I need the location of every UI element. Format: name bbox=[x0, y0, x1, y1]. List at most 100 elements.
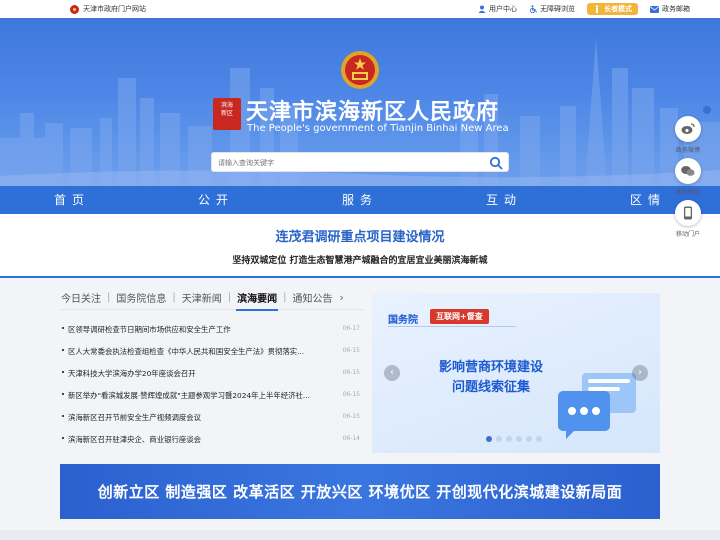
tab-separator: | bbox=[107, 292, 111, 303]
tab-state-council[interactable]: 国务院信息 bbox=[115, 290, 167, 305]
news-title: 区人大常委会执法检查组检查《中华人民共和国安全生产法》贯彻落实... bbox=[68, 347, 305, 356]
bullet-icon bbox=[62, 349, 64, 351]
tab-separator: | bbox=[172, 292, 176, 303]
float-wechat-label: 政务微信 bbox=[675, 189, 700, 196]
carousel-next-icon[interactable]: › bbox=[632, 365, 648, 381]
search-box bbox=[211, 152, 509, 172]
nav-item-home[interactable]: 首页 bbox=[0, 186, 144, 214]
tab-today-focus[interactable]: 今日关注 bbox=[60, 290, 102, 305]
mail-icon bbox=[650, 5, 659, 13]
headline-section: 连茂君调研重点项目建设情况 坚持双城定位 打造生态智慧港产城融合的宜居宜业美丽滨… bbox=[0, 214, 720, 278]
float-wechat[interactable]: 政务微信 bbox=[668, 158, 708, 196]
top-bar: 天津市政府门户网站 用户中心 无障碍浏览 长者模式 政务邮箱 bbox=[0, 0, 720, 18]
wechat-icon bbox=[681, 166, 695, 176]
news-tabs: 今日关注 | 国务院信息 | 天津新闻 | 滨海要闻 | 通知公告 › bbox=[60, 286, 364, 311]
news-item[interactable]: 区人大常委会执法检查组检查《中华人民共和国安全生产法》贯彻落实... 06-15 bbox=[60, 342, 364, 364]
float-mobile[interactable]: 移动门户 bbox=[668, 200, 708, 238]
site-subtitle: The People's government of Tianjin Binha… bbox=[247, 123, 509, 134]
carousel-dot[interactable] bbox=[536, 436, 542, 442]
float-weibo[interactable]: 政务微博 bbox=[668, 116, 708, 154]
user-center-label: 用户中心 bbox=[489, 5, 517, 13]
carousel-line-2: 问题线索征集 bbox=[451, 380, 530, 395]
tab-tianjin-news[interactable]: 天津新闻 bbox=[181, 290, 223, 305]
news-title: 天津科技大学滨海办学20年座谈会召开 bbox=[68, 369, 196, 378]
accessibility-label: 无障碍浏览 bbox=[540, 5, 575, 13]
carousel-dot[interactable] bbox=[506, 436, 512, 442]
chat-bubbles-illustration bbox=[558, 373, 636, 439]
tab-binhai-news[interactable]: 滨海要闻 bbox=[236, 290, 279, 311]
nav-item-interact[interactable]: 互动 bbox=[432, 186, 576, 214]
weibo-icon bbox=[681, 123, 695, 134]
bullet-icon bbox=[62, 371, 64, 373]
news-item[interactable]: 滨海新区召开节前安全生产视频调度会议 06-15 bbox=[60, 408, 364, 430]
mobile-icon bbox=[684, 206, 692, 220]
news-item[interactable]: 滨海新区召开驻津央企、商业银行座谈会 06-14 bbox=[60, 430, 364, 452]
national-emblem-icon bbox=[341, 51, 379, 89]
footer-strip bbox=[0, 530, 720, 540]
news-item[interactable]: 区领导调研检查节日期间市场供应和安全生产工作 06-17 bbox=[60, 320, 364, 342]
carousel-dot[interactable] bbox=[486, 436, 492, 442]
news-date: 06-15 bbox=[342, 369, 360, 376]
carousel-divider bbox=[388, 326, 516, 327]
elder-icon bbox=[595, 5, 599, 13]
elder-mode-button[interactable]: 长者模式 bbox=[587, 3, 638, 15]
news-date: 06-15 bbox=[342, 413, 360, 420]
carousel-headline: 影响营商环境建设 问题线索征集 bbox=[416, 358, 566, 398]
portal-link-label: 天津市政府门户网站 bbox=[83, 5, 146, 13]
site-title: 天津市滨海新区人民政府 bbox=[246, 99, 500, 125]
user-icon bbox=[478, 5, 486, 13]
wheelchair-icon bbox=[529, 5, 537, 13]
news-date: 06-15 bbox=[342, 347, 360, 354]
news-date: 06-14 bbox=[342, 435, 360, 442]
carousel-label: 国务院 bbox=[388, 315, 418, 326]
news-title: 滨海新区召开驻津央企、商业银行座谈会 bbox=[68, 435, 202, 444]
mailbox-link[interactable]: 政务邮箱 bbox=[650, 4, 690, 14]
user-center-link[interactable]: 用户中心 bbox=[478, 4, 517, 14]
news-item[interactable]: 新区举办"看滨城发展·赞辉煌成就"主题参观学习暨2024年上半年经济社... 0… bbox=[60, 386, 364, 408]
binhai-seal-logo: 滨海 新区 bbox=[213, 98, 241, 130]
elder-mode-label: 长者模式 bbox=[604, 5, 632, 13]
promo-carousel[interactable]: 国务院 互联网+督查 影响营商环境建设 问题线索征集 ‹ › bbox=[372, 293, 660, 453]
nav-item-public[interactable]: 公开 bbox=[144, 186, 288, 214]
bullet-icon bbox=[62, 327, 64, 329]
header-banner: 滨海 新区 天津市滨海新区人民政府 The People's government… bbox=[0, 18, 720, 186]
news-title: 滨海新区召开节前安全生产视频调度会议 bbox=[68, 413, 202, 422]
slogan-banner[interactable]: 创新立区 制造强区 改革活区 开放兴区 环境优区 开创现代化滨城建设新局面 bbox=[60, 464, 660, 519]
mailbox-label: 政务邮箱 bbox=[662, 5, 690, 13]
national-emblem-icon bbox=[70, 4, 79, 14]
bullet-icon bbox=[62, 393, 64, 395]
tab-separator: | bbox=[283, 292, 287, 303]
bullet-icon bbox=[62, 415, 64, 417]
main-nav: 首页 公开 服务 互动 区情 bbox=[0, 186, 720, 214]
slogan-text: 创新立区 制造强区 改革活区 开放兴区 环境优区 开创现代化滨城建设新局面 bbox=[97, 483, 623, 501]
accessibility-link[interactable]: 无障碍浏览 bbox=[529, 4, 575, 14]
news-date: 06-17 bbox=[342, 325, 360, 332]
portal-link[interactable]: 天津市政府门户网站 bbox=[70, 4, 146, 14]
carousel-dots bbox=[486, 436, 542, 442]
tab-notices[interactable]: 通知公告 bbox=[292, 290, 334, 305]
carousel-dot[interactable] bbox=[496, 436, 502, 442]
carousel-dot[interactable] bbox=[526, 436, 532, 442]
float-indicator-dot bbox=[703, 106, 711, 114]
carousel-prev-icon[interactable]: ‹ bbox=[384, 365, 400, 381]
chevron-right-icon[interactable]: › bbox=[340, 291, 344, 304]
headline-subtitle: 坚持双城定位 打造生态智慧港产城融合的宜居宜业美丽滨海新城 bbox=[232, 256, 488, 266]
news-panel: 今日关注 | 国务院信息 | 天津新闻 | 滨海要闻 | 通知公告 › 区领导调… bbox=[60, 286, 364, 456]
carousel-dot[interactable] bbox=[516, 436, 522, 442]
news-item[interactable]: 天津科技大学滨海办学20年座谈会召开 06-15 bbox=[60, 364, 364, 386]
headline-title[interactable]: 连茂君调研重点项目建设情况 bbox=[0, 226, 720, 245]
news-date: 06-15 bbox=[342, 391, 360, 398]
news-title: 区领导调研检查节日期间市场供应和安全生产工作 bbox=[68, 325, 231, 334]
nav-item-service[interactable]: 服务 bbox=[288, 186, 432, 214]
float-mobile-label: 移动门户 bbox=[675, 231, 700, 238]
news-title: 新区举办"看滨城发展·赞辉煌成就"主题参观学习暨2024年上半年经济社... bbox=[68, 391, 310, 400]
carousel-tag: 互联网+督查 bbox=[430, 309, 489, 324]
search-icon[interactable] bbox=[489, 156, 503, 170]
float-weibo-label: 政务微博 bbox=[675, 147, 700, 154]
search-input[interactable] bbox=[218, 156, 478, 170]
tab-separator: | bbox=[227, 292, 232, 303]
news-list: 区领导调研检查节日期间市场供应和安全生产工作 06-17 区人大常委会执法检查组… bbox=[60, 320, 364, 452]
bullet-icon bbox=[62, 437, 64, 439]
carousel-line-1: 影响营商环境建设 bbox=[438, 360, 543, 375]
floating-sidebar: 政务微博 政务微信 移动门户 bbox=[668, 104, 711, 244]
